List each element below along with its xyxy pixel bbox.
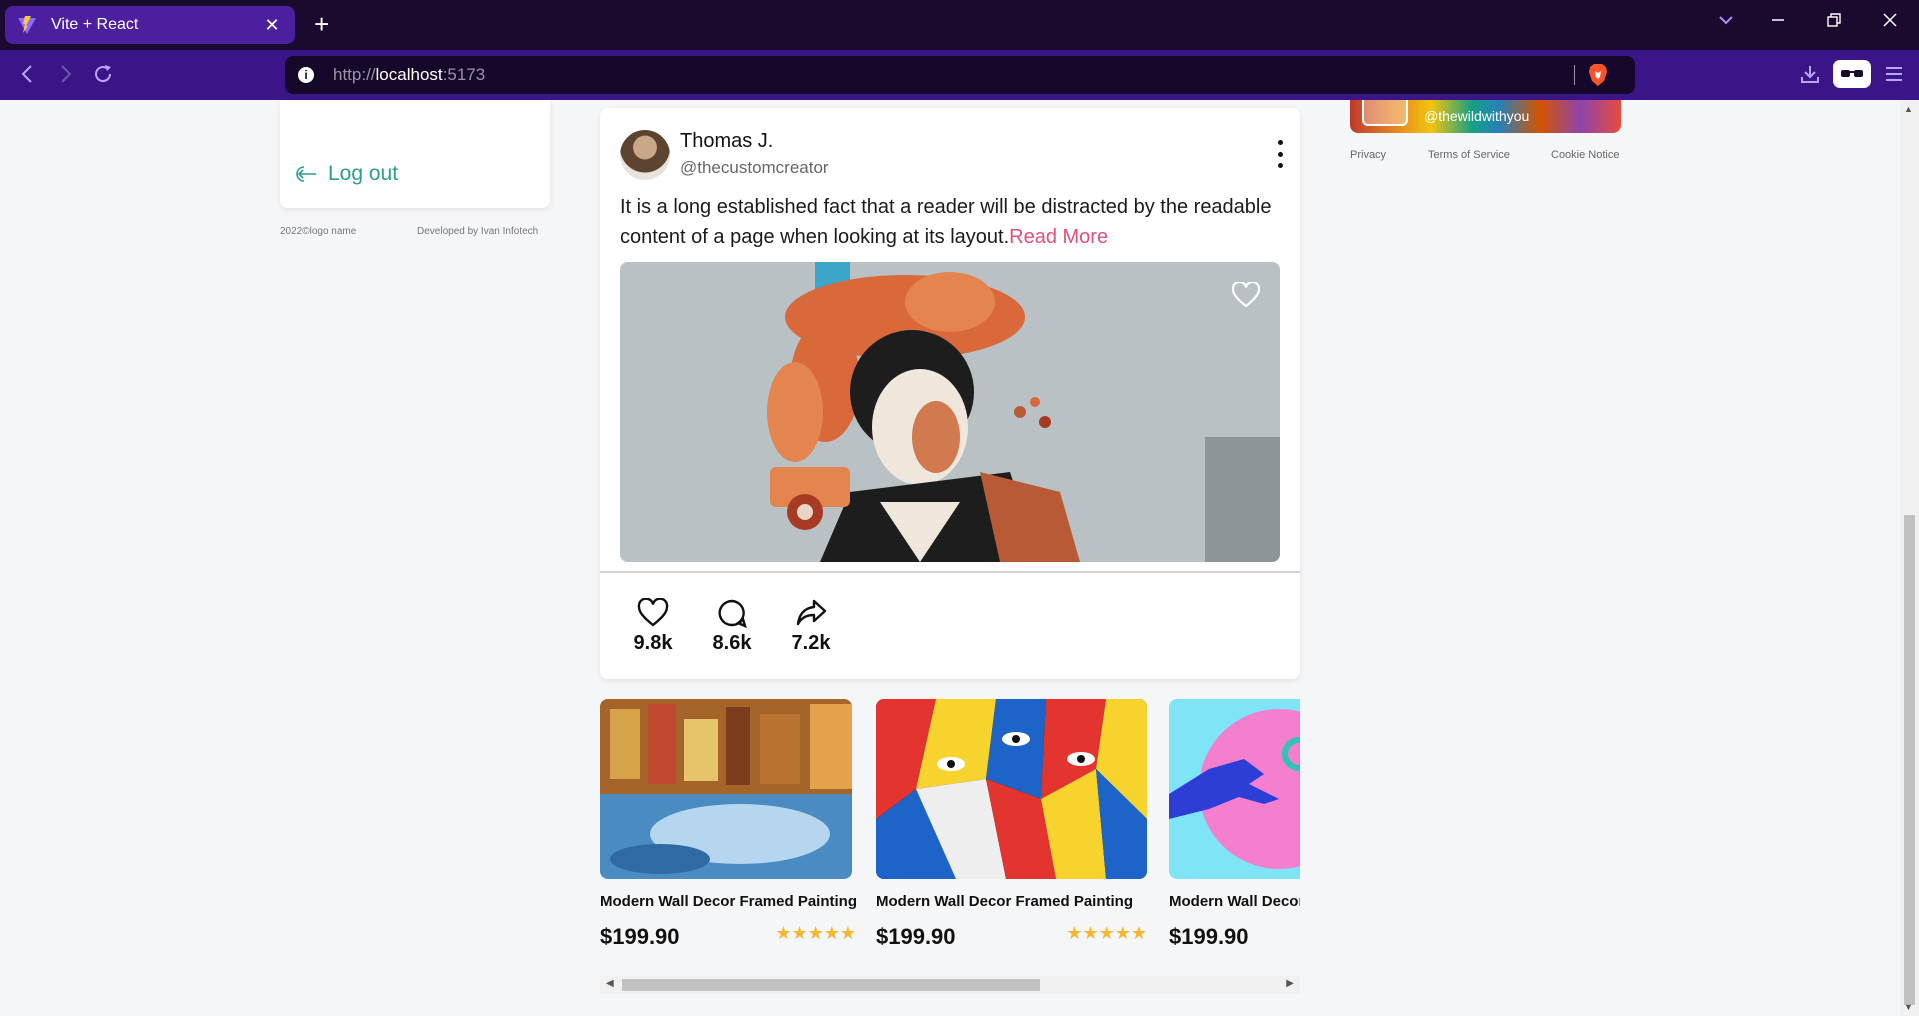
logout-label: Log out (328, 162, 399, 185)
download-icon[interactable] (1800, 64, 1820, 90)
glasses-icon[interactable] (1833, 60, 1871, 88)
image-like-icon[interactable] (1231, 280, 1261, 313)
product-name[interactable]: Modern Wall Decor Framed Painting (876, 893, 1147, 910)
post-divider (600, 571, 1300, 573)
carousel-scrollbar[interactable]: ◀ ▶ (600, 976, 1300, 994)
more-options-icon[interactable] (1276, 140, 1284, 168)
minimize-icon[interactable] (1770, 12, 1786, 33)
sidebar-card: Log out (280, 100, 550, 208)
privacy-link[interactable]: Privacy (1350, 149, 1386, 161)
url-text[interactable]: http://localhost:5173 (333, 65, 485, 85)
forward-icon[interactable] (55, 63, 75, 91)
vite-icon (18, 16, 36, 34)
restore-icon[interactable] (1826, 12, 1842, 33)
developer-credit: Developed by Ivan Infotech (417, 226, 539, 237)
menu-icon[interactable] (1884, 64, 1904, 90)
author-name[interactable]: Thomas J. (680, 130, 773, 153)
scroll-left-icon[interactable]: ◀ (606, 978, 614, 989)
product-image[interactable] (1169, 699, 1300, 879)
copyright-text: 2022©logo name (280, 226, 357, 237)
browser-tab[interactable]: Vite + React ✕ (5, 6, 295, 44)
product-name[interactable]: Modern Wall Decor (1169, 893, 1300, 910)
address-bar[interactable]: i http://localhost:5173 (285, 56, 1635, 94)
back-icon[interactable] (18, 63, 38, 91)
product-image[interactable] (600, 699, 852, 879)
avatar[interactable] (620, 130, 670, 180)
product-name[interactable]: Modern Wall Decor Framed Painting (600, 893, 857, 910)
product-carousel: Modern Wall Decor Framed Painting $199.9… (600, 699, 1300, 945)
url-separator (1574, 65, 1575, 85)
promo-handle: @thewildwithyou (1424, 108, 1530, 124)
scroll-right-icon[interactable]: ▶ (1286, 978, 1294, 989)
heart-icon (637, 598, 669, 627)
promo-card[interactable]: @thewildwithyou (1350, 100, 1621, 133)
logout-button[interactable]: Log out (294, 162, 398, 186)
plus-icon[interactable]: + (314, 9, 329, 40)
page-scrollbar-thumb[interactable] (1904, 515, 1915, 1005)
like-button[interactable]: 9.8k (623, 598, 683, 655)
product-price: $199.90 (1169, 924, 1249, 945)
post-text: It is a long established fact that a rea… (620, 196, 1272, 248)
tab-title: Vite + React (51, 16, 139, 33)
star-rating: ★★★★★ (1066, 923, 1147, 943)
close-window-icon[interactable] (1882, 12, 1898, 33)
mural-artwork (620, 262, 1280, 562)
comment-count: 8.6k (712, 632, 752, 654)
comment-icon (718, 599, 747, 628)
comment-button[interactable]: 8.6k (702, 598, 762, 655)
reload-icon[interactable] (92, 63, 114, 91)
cookie-notice-link[interactable]: Cookie Notice (1551, 149, 1619, 161)
close-icon[interactable]: ✕ (261, 15, 283, 36)
browser-tab-bar: Vite + React ✕ + (0, 0, 1919, 50)
product-card[interactable]: Modern Wall Decor Framed Painting $199.9… (600, 699, 857, 945)
scroll-down-icon[interactable]: ▼ (1904, 1002, 1913, 1012)
post-card: Thomas J. @thecustomcreator It is a long… (600, 108, 1300, 679)
share-icon (796, 599, 827, 626)
product-card[interactable]: Modern Wall Decor $199.90 ★★★★★ (1169, 699, 1300, 945)
brave-icon[interactable] (1587, 63, 1609, 87)
page-viewport: Log out 2022©logo name Developed by Ivan… (0, 100, 1900, 1016)
read-more-link[interactable]: Read More (1009, 226, 1108, 248)
like-count: 9.8k (633, 632, 673, 654)
terms-link[interactable]: Terms of Service (1428, 149, 1510, 161)
scroll-up-icon[interactable]: ▲ (1904, 104, 1913, 114)
share-button[interactable]: 7.2k (781, 598, 841, 655)
post-image (620, 262, 1280, 562)
star-rating: ★★★★★ (775, 923, 856, 943)
scrollbar-thumb[interactable] (622, 979, 1040, 991)
info-icon[interactable]: i (298, 67, 314, 83)
page-scrollbar[interactable]: ▲ ▼ (1900, 100, 1919, 1016)
author-handle[interactable]: @thecustomcreator (680, 158, 829, 178)
logout-icon (296, 166, 316, 182)
share-count: 7.2k (791, 632, 831, 654)
promo-avatar (1362, 100, 1408, 126)
product-card[interactable]: Modern Wall Decor Framed Painting $199.9… (876, 699, 1147, 945)
product-image[interactable] (876, 699, 1147, 879)
chevron-down-icon[interactable] (1718, 12, 1734, 33)
